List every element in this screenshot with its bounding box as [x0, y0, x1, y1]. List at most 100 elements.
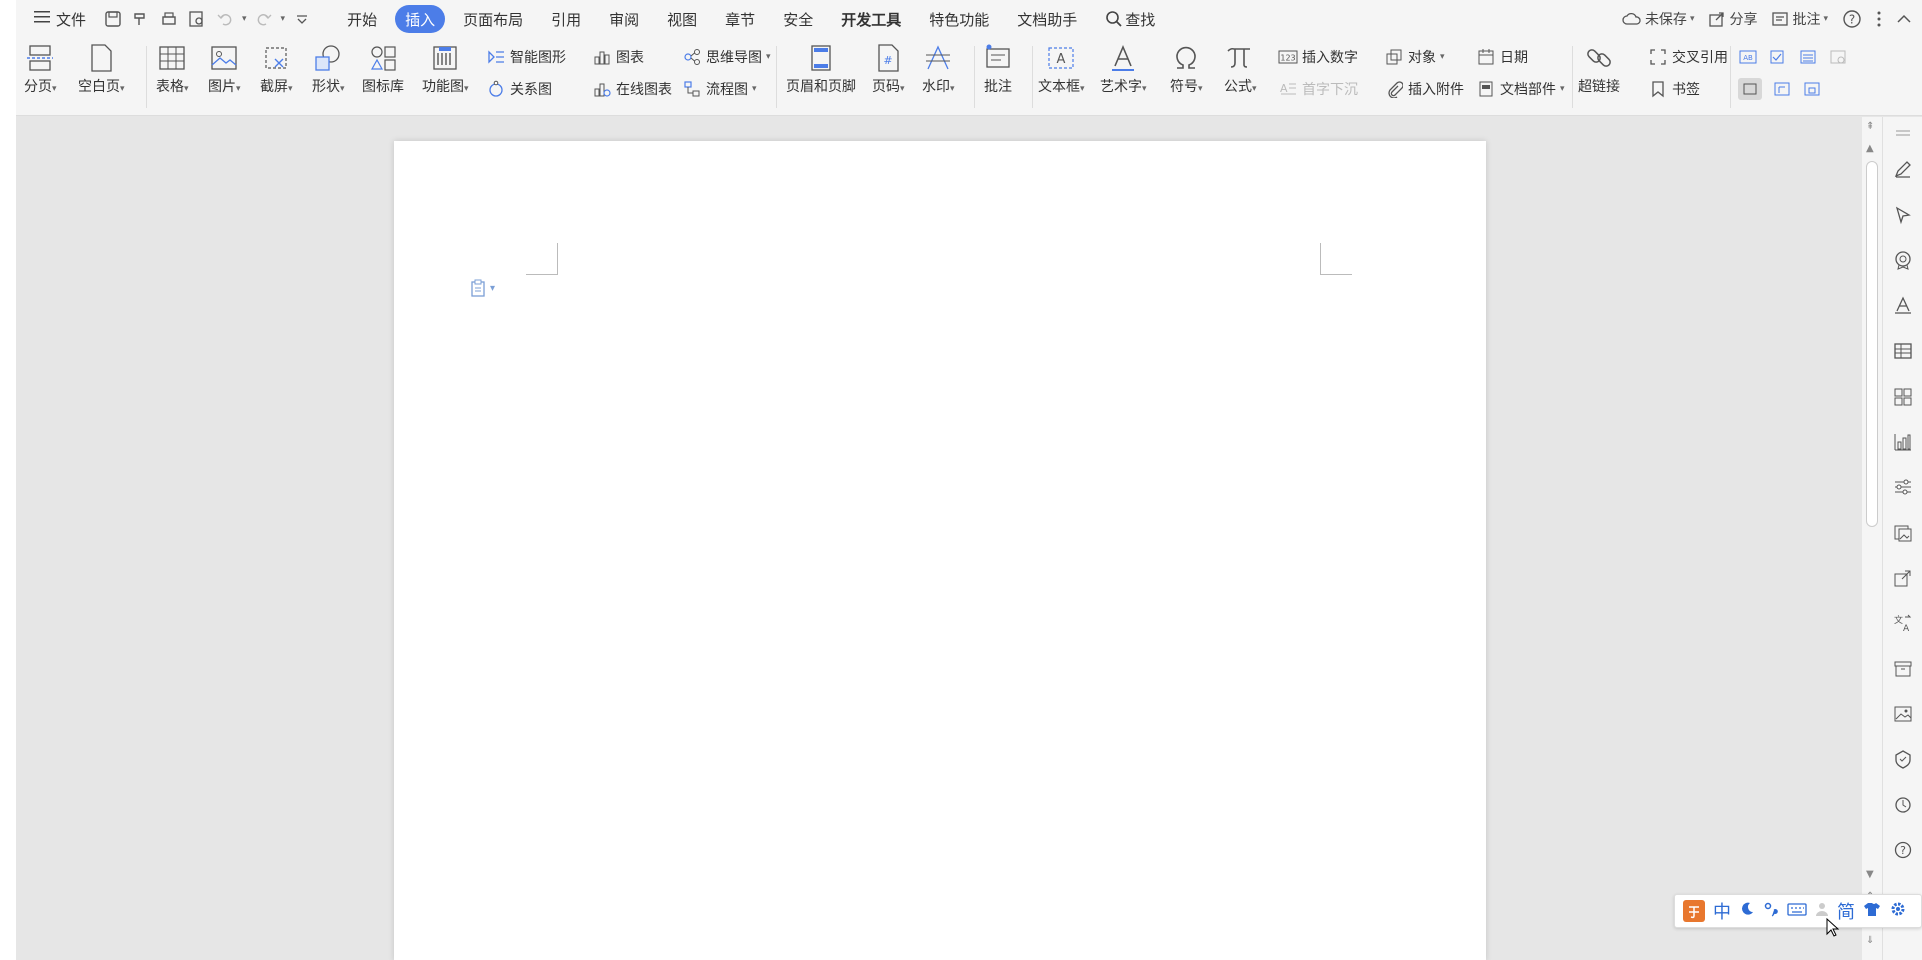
flow-chart-button[interactable]: 流程图 ▾ [682, 78, 757, 100]
relation-chart-button[interactable]: 关系图 [486, 78, 552, 100]
print-icon[interactable] [158, 8, 180, 30]
symbol-button[interactable]: 符号▾ [1170, 38, 1203, 96]
shape-button[interactable]: 形状▾ [312, 38, 345, 96]
shield-icon[interactable] [1891, 747, 1915, 771]
tab-insert[interactable]: 插入 [395, 5, 446, 33]
header-footer-button[interactable]: 页眉和页脚 [786, 38, 856, 96]
watermark-button[interactable]: 水印▾ [922, 38, 955, 96]
tab-view[interactable]: 视图 [653, 5, 711, 33]
image-control-icon[interactable] [1828, 47, 1848, 67]
vertical-scrollbar[interactable]: ⇞ ▲ ▼ ⇑ ● ⇓ [1862, 117, 1882, 960]
share-panel-icon[interactable] [1891, 566, 1915, 590]
tab-references[interactable]: 引用 [537, 5, 595, 33]
history-icon[interactable] [1891, 793, 1915, 817]
tab-review[interactable]: 审阅 [595, 5, 653, 33]
bookmark-button[interactable]: 书签 [1648, 78, 1700, 100]
word-art-button[interactable]: 艺术字▾ [1100, 38, 1147, 96]
checkbox-control-icon[interactable] [1768, 47, 1788, 67]
attachment-button[interactable]: 插入附件 [1384, 78, 1464, 100]
apps-grid-icon[interactable] [1891, 385, 1915, 409]
file-menu[interactable]: 文件 [16, 4, 94, 34]
keyboard-icon[interactable] [1787, 901, 1807, 922]
control-properties-icon[interactable] [1772, 79, 1792, 99]
styles-icon[interactable] [1891, 293, 1915, 317]
drop-cap-button[interactable]: A 首字下沉 [1278, 78, 1358, 100]
tab-security[interactable]: 安全 [769, 5, 827, 33]
smart-art-button[interactable]: 智能图形 [486, 46, 566, 68]
select-cursor-icon[interactable] [1891, 203, 1915, 227]
document-page[interactable]: ▾ [394, 141, 1486, 960]
text-field-control-icon[interactable]: AB [1738, 47, 1758, 67]
date-button[interactable]: 日期 [1476, 46, 1528, 68]
icon-library-button[interactable]: 图标库 [362, 38, 404, 96]
doc-parts-button[interactable]: 文档部件 ▾ [1476, 78, 1565, 100]
document-area[interactable]: ▾ [16, 117, 1862, 960]
comment-menu-button[interactable]: 批注 ▾ [1771, 9, 1828, 29]
skin-icon[interactable] [1863, 901, 1881, 922]
insert-number-button[interactable]: 123 插入数字 [1278, 46, 1358, 68]
comment-button[interactable]: 批注 [982, 38, 1014, 96]
relation-chart-label: 关系图 [510, 82, 552, 98]
function-chart-button[interactable]: 功能图▾ [422, 38, 469, 96]
pen-icon[interactable] [1891, 157, 1915, 181]
tab-developer[interactable]: 开发工具 [827, 5, 915, 33]
blank-page-button[interactable]: 空白页▾ [78, 38, 125, 96]
screenshot-button[interactable]: 截屏▾ [260, 38, 293, 96]
table-panel-icon[interactable] [1891, 339, 1915, 363]
scroll-up-arrow-icon[interactable]: ▲ [1866, 143, 1874, 154]
page-break-button[interactable]: 分页▾ [24, 38, 57, 96]
customize-toolbar-icon[interactable] [291, 8, 313, 30]
sidebar-collapse-icon[interactable] [1891, 121, 1915, 145]
badge-icon[interactable] [1891, 248, 1915, 272]
formula-button[interactable]: 公式▾ [1224, 38, 1257, 96]
help-icon[interactable]: ? [1842, 9, 1862, 29]
tab-page-layout[interactable]: 页面布局 [449, 5, 537, 33]
tab-doc-assistant[interactable]: 文档助手 [1003, 5, 1091, 33]
page-number-button[interactable]: # 页码▾ [872, 38, 905, 96]
scroll-next-page-icon[interactable]: ⇓ [1866, 935, 1874, 946]
more-icon[interactable] [1876, 10, 1882, 28]
redo-dropdown-icon[interactable]: ▾ [281, 14, 286, 24]
tab-special-features[interactable]: 特色功能 [915, 5, 1003, 33]
paste-options-button[interactable]: ▾ [470, 279, 495, 297]
scroll-top-icon[interactable]: ⇞ [1866, 121, 1874, 132]
table-button[interactable]: 表格▾ [156, 38, 189, 96]
object-button[interactable]: 对象 ▾ [1384, 46, 1445, 68]
design-mode-icon[interactable] [1738, 78, 1762, 100]
ime-logo-icon[interactable] [1683, 900, 1705, 922]
hyperlink-button[interactable]: 超链接 [1578, 38, 1620, 96]
undo-icon[interactable] [214, 8, 236, 30]
mind-map-button[interactable]: 思维导图 ▾ [682, 46, 771, 68]
online-chart-button[interactable]: 在线图表 [592, 78, 672, 100]
chart-panel-icon[interactable] [1891, 430, 1915, 454]
tab-home[interactable]: 开始 [333, 5, 391, 33]
ime-settings-gear-icon[interactable] [1889, 900, 1907, 923]
redo-icon[interactable] [253, 8, 275, 30]
moon-icon[interactable] [1739, 901, 1755, 922]
scroll-thumb[interactable] [1866, 161, 1878, 527]
scroll-down-arrow-icon[interactable]: ▼ [1866, 869, 1874, 880]
lock-control-icon[interactable] [1802, 79, 1822, 99]
image-panel-icon[interactable] [1891, 521, 1915, 545]
list-control-icon[interactable] [1798, 47, 1818, 67]
unsaved-status[interactable]: 未保存 ▾ [1622, 9, 1694, 29]
punctuation-icon[interactable] [1763, 901, 1779, 922]
share-button[interactable]: 分享 [1708, 9, 1757, 29]
search-button[interactable]: 查找 [1091, 5, 1169, 33]
format-painter-icon[interactable] [130, 8, 152, 30]
picture-panel-icon[interactable] [1891, 702, 1915, 726]
save-icon[interactable] [102, 8, 124, 30]
translate-icon[interactable]: 文A [1891, 611, 1915, 635]
ime-chinese-mode[interactable]: 中 [1713, 898, 1731, 924]
text-box-button[interactable]: A 文本框▾ [1038, 38, 1085, 96]
chart-button[interactable]: 图表 [592, 46, 644, 68]
cross-ref-button[interactable]: 交叉引用 [1648, 46, 1728, 68]
adjust-icon[interactable] [1891, 475, 1915, 499]
help-panel-icon[interactable]: ? [1891, 838, 1915, 862]
collapse-ribbon-icon[interactable] [1896, 11, 1912, 27]
tab-section[interactable]: 章节 [711, 5, 769, 33]
picture-button[interactable]: 图片▾ [208, 38, 241, 96]
undo-dropdown-icon[interactable]: ▾ [242, 14, 247, 24]
print-preview-icon[interactable] [186, 8, 208, 30]
archive-icon[interactable] [1891, 657, 1915, 681]
